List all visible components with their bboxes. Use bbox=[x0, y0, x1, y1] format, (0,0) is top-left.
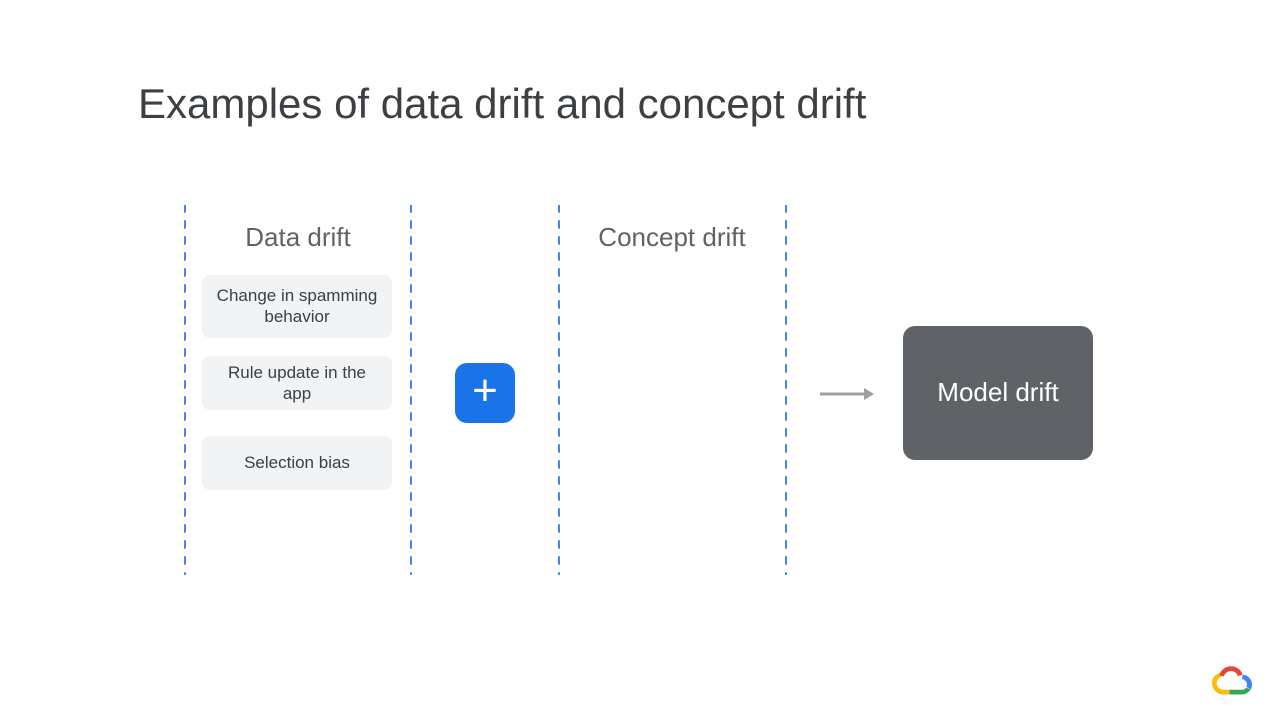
pill-label: Rule update in the app bbox=[214, 362, 380, 405]
data-drift-item: Rule update in the app bbox=[202, 356, 392, 410]
slide: Examples of data drift and concept drift… bbox=[0, 0, 1280, 720]
pill-label: Change in spamming behavior bbox=[214, 285, 380, 328]
pill-label: Selection bias bbox=[244, 452, 350, 473]
result-label: Model drift bbox=[937, 376, 1058, 410]
column-heading-data-drift: Data drift bbox=[188, 222, 408, 253]
slide-title: Examples of data drift and concept drift bbox=[138, 80, 866, 128]
plus-icon: + bbox=[472, 369, 498, 413]
result-box: Model drift bbox=[903, 326, 1093, 460]
plus-operator: + bbox=[455, 363, 515, 423]
column-heading-concept-drift: Concept drift bbox=[562, 222, 782, 253]
data-drift-item: Selection bias bbox=[202, 436, 392, 490]
arrow-icon bbox=[820, 384, 874, 404]
data-drift-item: Change in spamming behavior bbox=[202, 275, 392, 338]
google-cloud-logo-icon bbox=[1212, 662, 1252, 696]
